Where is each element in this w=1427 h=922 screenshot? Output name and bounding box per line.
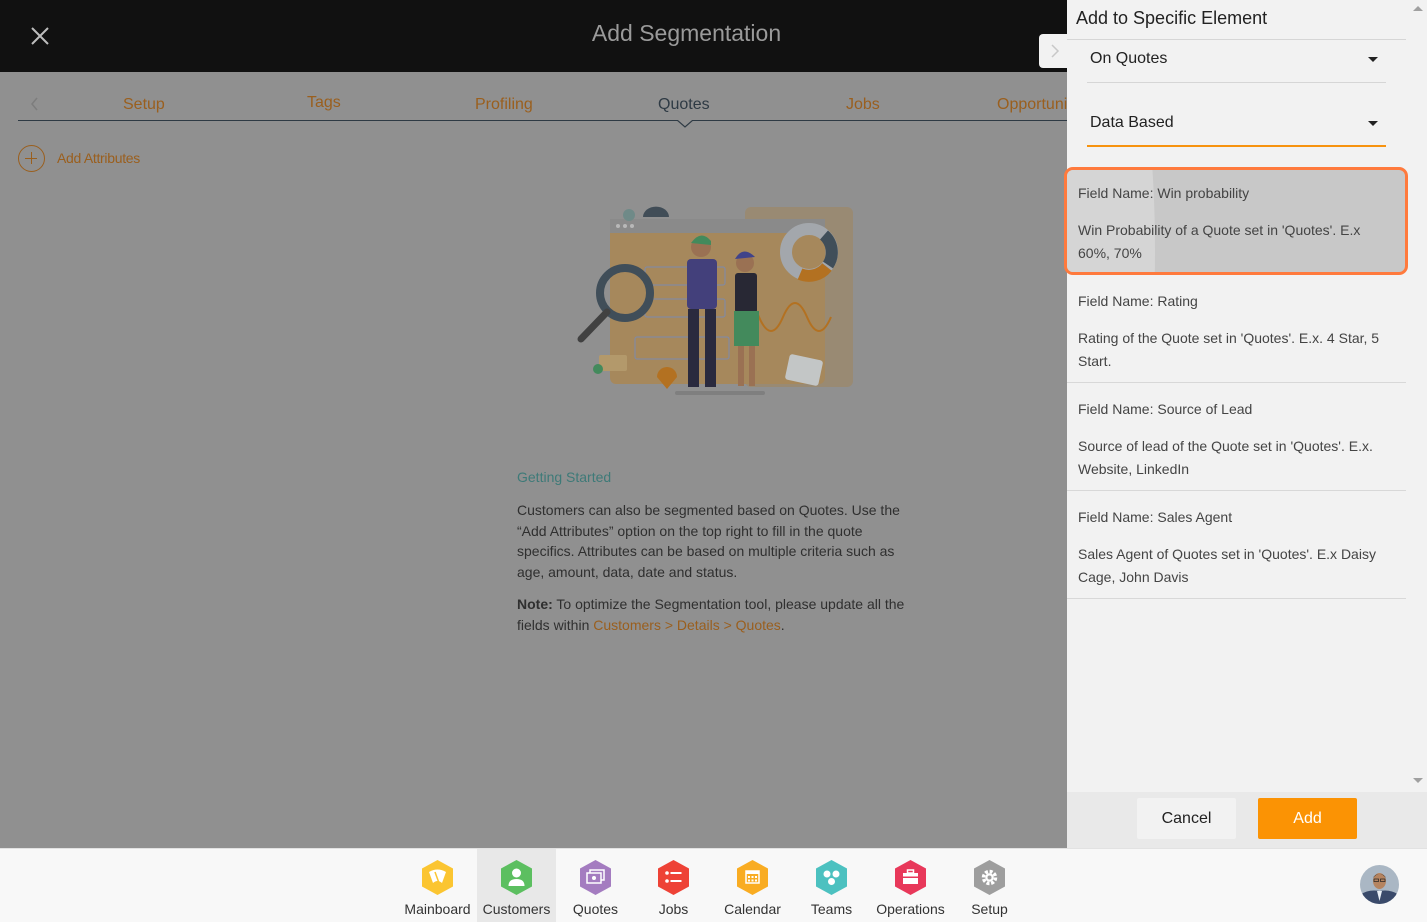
- tab-quotes[interactable]: Quotes: [658, 96, 710, 114]
- note-label: Note:: [517, 596, 553, 612]
- plus-circle-icon: [18, 144, 45, 172]
- nav-operations[interactable]: Operations: [871, 849, 950, 922]
- tab-jobs[interactable]: Jobs: [846, 96, 880, 114]
- illus-pin: [657, 367, 677, 389]
- tab-bar: Setup Tags Profiling Quotes Jobs Opportu…: [18, 86, 1067, 128]
- nav-teams[interactable]: Teams: [792, 849, 871, 922]
- field-name: Field Name: Sales Agent: [1078, 509, 1233, 525]
- info-heading: Getting Started: [517, 469, 612, 485]
- list-icon: [658, 860, 689, 895]
- team-icon: [816, 860, 847, 895]
- customers-details-quotes-link[interactable]: Customers > Details > Quotes: [593, 617, 781, 633]
- note-end: .: [780, 616, 785, 633]
- element-select-value: On Quotes: [1090, 50, 1168, 67]
- active-tab-indicator: [677, 120, 693, 128]
- nav-label: Setup: [971, 901, 1008, 917]
- user-icon: [501, 860, 532, 895]
- nav-customers[interactable]: Customers: [477, 849, 556, 922]
- field-item-win-probability[interactable]: Field Name: Win probability Win Probabil…: [1064, 167, 1408, 275]
- add-attributes-button[interactable]: Add Attributes: [18, 144, 140, 172]
- type-select-value: Data Based: [1090, 114, 1174, 131]
- field-name: Field Name: Source of Lead: [1078, 401, 1253, 417]
- tab-tags[interactable]: Tags: [307, 94, 341, 112]
- scroll-down-arrow-icon[interactable]: [1413, 778, 1423, 783]
- chevron-left-icon: [31, 97, 38, 111]
- info-note: Note: To optimize the Segmentation tool,…: [517, 594, 917, 635]
- money-icon: [580, 860, 611, 895]
- mainboard-icon: [422, 860, 453, 895]
- illus-man: [687, 259, 717, 309]
- main-content: Setup Tags Profiling Quotes Jobs Opportu…: [0, 72, 1067, 848]
- tab-scroll-left-button[interactable]: [28, 96, 42, 112]
- cancel-button[interactable]: Cancel: [1137, 798, 1236, 839]
- avatar-photo: [1360, 865, 1399, 904]
- user-avatar[interactable]: [1360, 865, 1399, 904]
- nav-jobs[interactable]: Jobs: [634, 849, 713, 922]
- illus-woman: [735, 273, 757, 313]
- field-list: Field Name: Win probability Win Probabil…: [1064, 167, 1408, 599]
- add-to-element-panel: Add to Specific Element On Quotes Data B…: [1064, 0, 1427, 848]
- element-select[interactable]: On Quotes: [1087, 40, 1386, 83]
- field-description: Source of lead of the Quote set in 'Quot…: [1078, 438, 1373, 477]
- nav-mainboard[interactable]: Mainboard: [398, 849, 477, 922]
- field-name: Field Name: Rating: [1078, 293, 1198, 309]
- getting-started-illustration: [577, 206, 853, 395]
- field-description: Win Probability of a Quote set in 'Quote…: [1078, 222, 1361, 261]
- caret-down-icon: [1368, 121, 1378, 126]
- gear-icon: [974, 860, 1005, 895]
- add-button[interactable]: Add: [1258, 798, 1357, 839]
- panel-title: Add to Specific Element: [1076, 8, 1268, 28]
- panel-footer: Cancel Add: [1067, 792, 1427, 848]
- field-item-rating[interactable]: Field Name: Rating Rating of the Quote s…: [1067, 275, 1406, 383]
- chevron-right-icon: [1051, 44, 1060, 58]
- nav-calendar[interactable]: Calendar: [713, 849, 792, 922]
- caret-down-icon: [1368, 57, 1378, 62]
- type-select[interactable]: Data Based: [1087, 104, 1386, 147]
- nav-setup[interactable]: Setup: [950, 849, 1029, 922]
- bottom-navigation: Mainboard Customers Quotes Jobs Calendar…: [0, 848, 1427, 922]
- tab-setup[interactable]: Setup: [123, 96, 165, 114]
- field-item-sales-agent[interactable]: Field Name: Sales Agent Sales Agent of Q…: [1067, 491, 1406, 599]
- tab-profiling[interactable]: Profiling: [475, 96, 533, 114]
- field-description: Sales Agent of Quotes set in 'Quotes'. E…: [1078, 546, 1376, 585]
- illus-envelope: [599, 355, 627, 371]
- info-body: Customers can also be segmented based on…: [517, 502, 900, 580]
- getting-started-info: Getting Started Customers can also be se…: [517, 469, 917, 635]
- illus-cloud: [643, 206, 669, 217]
- field-item-source-of-lead[interactable]: Field Name: Source of Lead Source of lea…: [1067, 383, 1406, 491]
- field-name: Field Name: Win probability: [1078, 185, 1250, 201]
- briefcase-icon: [895, 860, 926, 895]
- add-attributes-label: Add Attributes: [57, 150, 140, 166]
- field-description: Rating of the Quote set in 'Quotes'. E.x…: [1078, 330, 1380, 369]
- tab-opportunities[interactable]: Opportuni: [997, 96, 1067, 114]
- calendar-icon: [737, 860, 768, 895]
- scroll-up-arrow-icon[interactable]: [1413, 6, 1423, 11]
- illus-gear: [623, 209, 635, 221]
